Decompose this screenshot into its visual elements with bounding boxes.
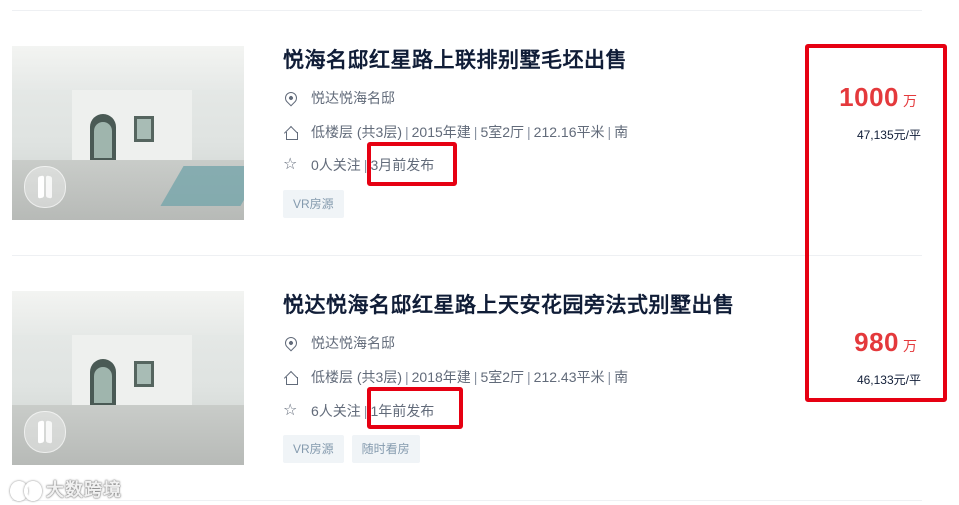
separator: | (363, 157, 368, 173)
follower-count: 6人关注 (311, 403, 361, 419)
vr-icon[interactable] (24, 166, 66, 208)
house-info-line: 低楼层 (共3层) | 2015年建 | 5室2厅 | 212.16平米 | 南 (283, 122, 628, 142)
watermark-text: 大数跨境 (46, 480, 122, 500)
listing-photo[interactable] (12, 46, 244, 220)
build-year: 2018年建 (411, 369, 471, 385)
floor-area: 212.16平米 (533, 124, 605, 140)
price-value: 980 (854, 327, 899, 357)
floor-info: 低楼层 (共3层) (311, 369, 402, 385)
separator: | (405, 124, 409, 140)
build-year: 2015年建 (411, 124, 471, 140)
total-price: 1000 万 (717, 82, 917, 113)
tag-list: VR房源 (283, 190, 344, 218)
orientation: 南 (614, 124, 629, 140)
separator: | (607, 369, 612, 385)
community-line[interactable]: 悦达悦海名邸 (282, 88, 395, 108)
community-name[interactable]: 悦达悦海名邸 (311, 333, 395, 353)
price-unit: 万 (903, 93, 917, 109)
publish-time: 3月前发布 (370, 157, 435, 173)
price-unit: 万 (903, 338, 917, 354)
house-icon (283, 369, 299, 385)
community-name[interactable]: 悦达悦海名邸 (311, 88, 395, 108)
price-value: 1000 (839, 82, 899, 112)
listing-divider (12, 255, 922, 256)
top-divider (12, 10, 922, 11)
total-price: 980 万 (717, 327, 917, 358)
follow-info-line: ☆ 6人关注 | 1年前发布 (283, 401, 434, 421)
separator: | (473, 369, 478, 385)
tag-viewing-anytime: 随时看房 (351, 435, 420, 463)
publish-time: 1年前发布 (370, 403, 435, 419)
floor-info: 低楼层 (共3层) (311, 124, 402, 140)
tag-list: VR房源 随时看房 (283, 435, 420, 463)
follow-info-line: ☆ 0人关注 | 3月前发布 (283, 155, 434, 175)
community-line[interactable]: 悦达悦海名邸 (282, 333, 395, 353)
location-pin-icon (282, 334, 300, 352)
listing-photo[interactable] (12, 291, 244, 465)
room-layout: 5室2厅 (480, 124, 525, 140)
separator: | (405, 369, 409, 385)
unit-price: 47,135元/平 (856, 128, 921, 142)
listing-title[interactable]: 悦达悦海名邸红星路上天安花园旁法式别墅出售 (283, 289, 735, 319)
star-icon[interactable]: ☆ (283, 157, 299, 173)
separator: | (363, 403, 368, 419)
watermark: 大数跨境 (10, 476, 122, 502)
house-info-line: 低楼层 (共3层) | 2018年建 | 5室2厅 | 212.43平米 | 南 (283, 367, 628, 387)
tag-vr: VR房源 (283, 435, 344, 463)
bottom-divider (12, 500, 922, 501)
tag-vr: VR房源 (283, 190, 344, 218)
separator: | (527, 124, 531, 140)
listing-title[interactable]: 悦海名邸红星路上联排别墅毛坯出售 (283, 44, 627, 74)
watermark-logo-icon (10, 479, 42, 501)
floor-area: 212.43平米 (533, 369, 605, 385)
room-layout: 5室2厅 (480, 369, 525, 385)
house-icon (283, 124, 299, 140)
separator: | (527, 369, 531, 385)
vr-icon[interactable] (24, 411, 66, 453)
separator: | (607, 124, 612, 140)
follower-count: 0人关注 (311, 157, 361, 173)
location-pin-icon (282, 89, 300, 107)
orientation: 南 (614, 369, 629, 385)
separator: | (473, 124, 478, 140)
unit-price: 46,133元/平 (856, 373, 921, 387)
star-icon[interactable]: ☆ (283, 403, 299, 419)
